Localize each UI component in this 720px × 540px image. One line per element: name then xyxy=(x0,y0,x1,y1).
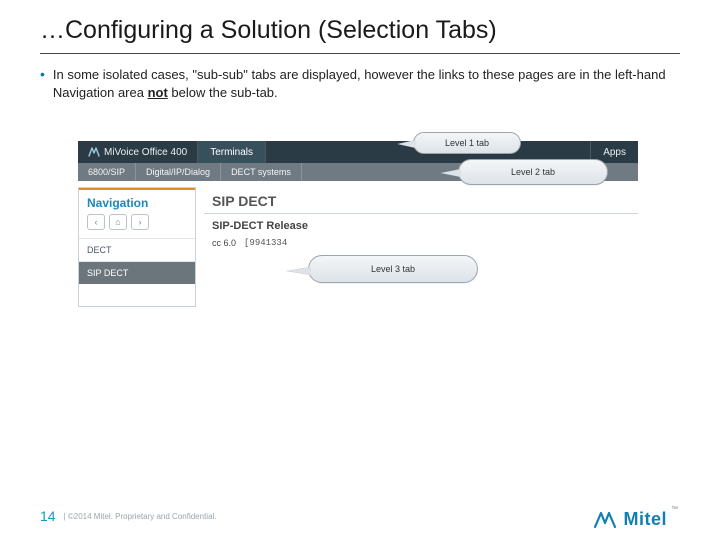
footer-copyright: | ©2014 Mitel. Proprietary and Confident… xyxy=(64,512,217,521)
content-rule xyxy=(204,213,638,214)
content-panel: SIP DECT SIP-DECT Release cc 6.0 [994133… xyxy=(204,187,638,307)
brand-logo-icon xyxy=(88,146,100,158)
bullet-text: In some isolated cases, "sub-sub" tabs a… xyxy=(53,66,680,101)
tab-terminals[interactable]: Terminals xyxy=(198,141,266,163)
row-value: [9941334 xyxy=(244,238,287,248)
sidebar-panel: Navigation ‹ ⌂ › DECT SIP DECT xyxy=(78,187,196,307)
subtab-6800-sip[interactable]: 6800/SIP xyxy=(78,163,136,181)
content-subheading: SIP-DECT Release xyxy=(204,220,638,236)
trademark-symbol: ™ xyxy=(671,506,678,513)
page-title: …Configuring a Solution (Selection Tabs) xyxy=(40,16,680,51)
row-label: cc 6.0 xyxy=(212,238,236,248)
brand-logo: Mitel ™ xyxy=(593,509,680,530)
home-icon[interactable]: ⌂ xyxy=(109,214,127,230)
brand[interactable]: MiVoice Office 400 xyxy=(78,141,198,163)
bullet-emph: not xyxy=(148,85,168,100)
subtab-digital-ip-dialog[interactable]: Digital/IP/Dialog xyxy=(136,163,221,181)
screenshot-figure: MiVoice Office 400 Terminals Apps 6800/S… xyxy=(78,115,638,325)
back-icon[interactable]: ‹ xyxy=(87,214,105,230)
bullet-dot-icon: • xyxy=(40,66,45,83)
content-row: cc 6.0 [9941334 xyxy=(204,236,638,250)
content-heading: SIP DECT xyxy=(204,187,638,211)
bullet: • In some isolated cases, "sub-sub" tabs… xyxy=(40,66,680,101)
footer: 14 | ©2014 Mitel. Proprietary and Confid… xyxy=(40,508,217,524)
page-number: 14 xyxy=(40,508,56,524)
sidebar-item-dect[interactable]: DECT xyxy=(79,238,195,261)
bullet-pre: In some isolated cases, "sub-sub" tabs a… xyxy=(53,67,666,100)
callout-level-2: Level 2 tab xyxy=(458,159,608,185)
subtab-dect-systems[interactable]: DECT systems xyxy=(221,163,302,181)
callout-level-3: Level 3 tab xyxy=(308,255,478,283)
brand-logo-text: Mitel xyxy=(623,509,667,530)
sidebar-heading: Navigation xyxy=(79,190,195,214)
bullet-post: below the sub-tab. xyxy=(168,85,278,100)
callout-level-1: Level 1 tab xyxy=(413,132,521,154)
brand-mark-icon xyxy=(593,511,617,529)
title-rule xyxy=(40,53,680,54)
sidebar-nav-icons: ‹ ⌂ › xyxy=(79,214,195,238)
slide: …Configuring a Solution (Selection Tabs)… xyxy=(0,0,720,540)
brand-label: MiVoice Office 400 xyxy=(104,147,187,158)
sidebar-item-sip-dect[interactable]: SIP DECT xyxy=(79,261,195,284)
forward-icon[interactable]: › xyxy=(131,214,149,230)
